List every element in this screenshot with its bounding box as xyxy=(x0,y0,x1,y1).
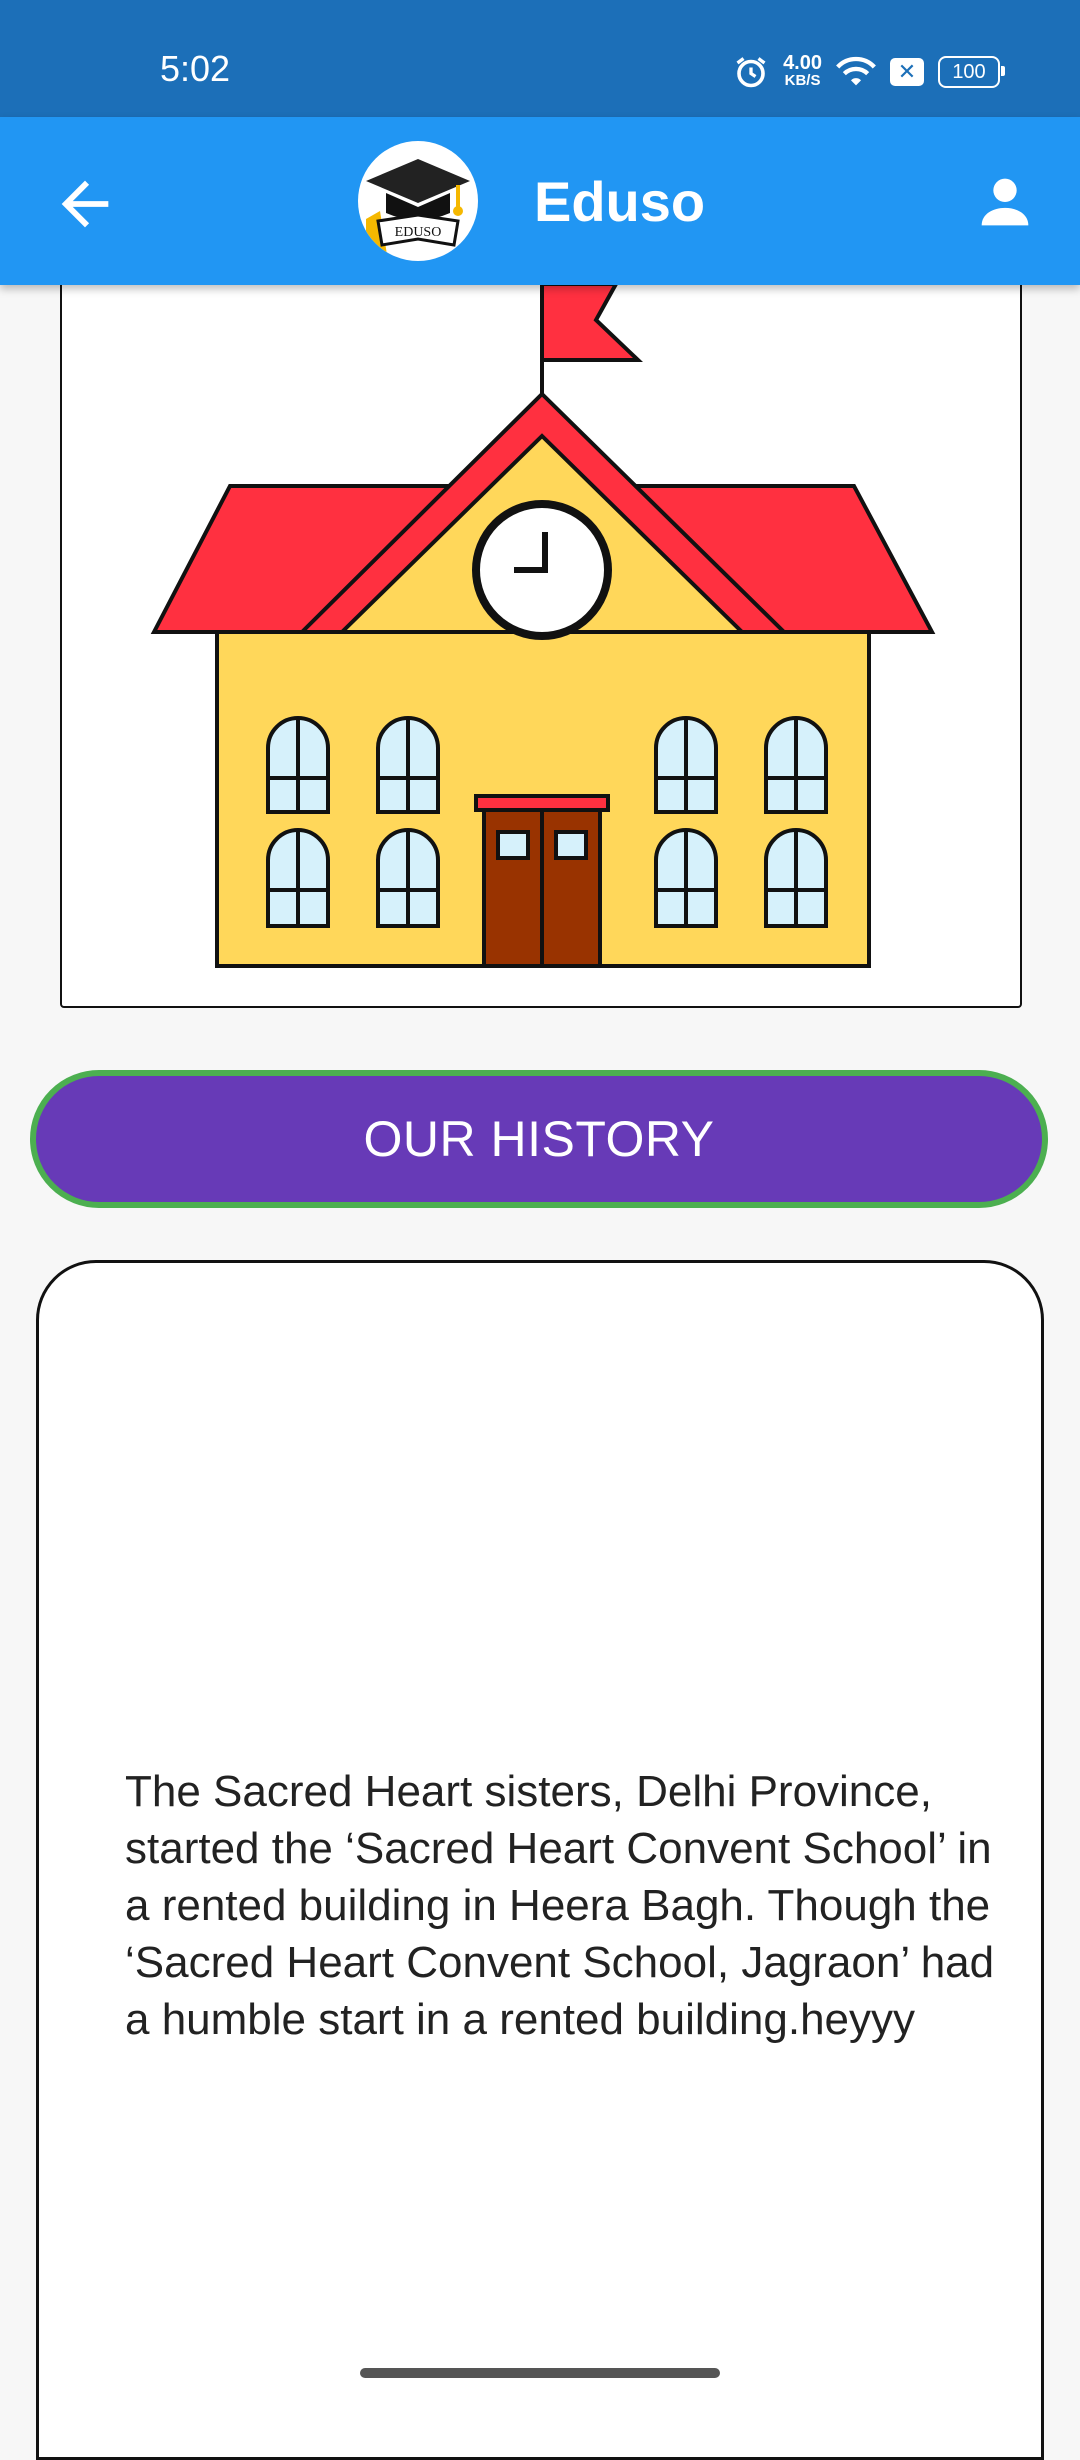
history-card: The Sacred Heart sisters, Delhi Province… xyxy=(36,1260,1044,2460)
status-time: 5:02 xyxy=(160,48,231,89)
status-bar: 5:02 4.00 KB/S ✕ 100 xyxy=(0,0,1080,117)
status-icons: 4.00 KB/S ✕ 100 xyxy=(733,50,1005,94)
person-icon[interactable] xyxy=(970,167,1040,237)
history-text: The Sacred Heart sisters, Delhi Province… xyxy=(125,1767,995,2044)
logo-text: EDUSO xyxy=(395,225,442,240)
alarm-icon xyxy=(736,57,766,88)
network-speed-value: 4.00 xyxy=(783,52,822,74)
graduation-cap-icon: EDUSO xyxy=(366,159,470,261)
no-sim-icon: ✕ xyxy=(890,58,924,86)
app-title: Eduso xyxy=(534,170,706,233)
school-building-illustration xyxy=(150,282,936,968)
app-logo: EDUSO xyxy=(358,141,478,261)
wifi-icon xyxy=(836,56,876,86)
app-bar: EDUSO Eduso xyxy=(0,117,1080,285)
school-image-card xyxy=(60,250,1022,1008)
back-arrow-icon[interactable] xyxy=(50,169,120,239)
our-history-button[interactable]: OUR HISTORY xyxy=(30,1070,1048,1208)
battery-icon: 100 xyxy=(938,56,1005,88)
network-speed-unit: KB/S xyxy=(784,72,821,89)
network-speed: 4.00 KB/S xyxy=(783,52,822,90)
battery-level: 100 xyxy=(952,60,986,83)
home-indicator[interactable] xyxy=(360,2368,720,2378)
